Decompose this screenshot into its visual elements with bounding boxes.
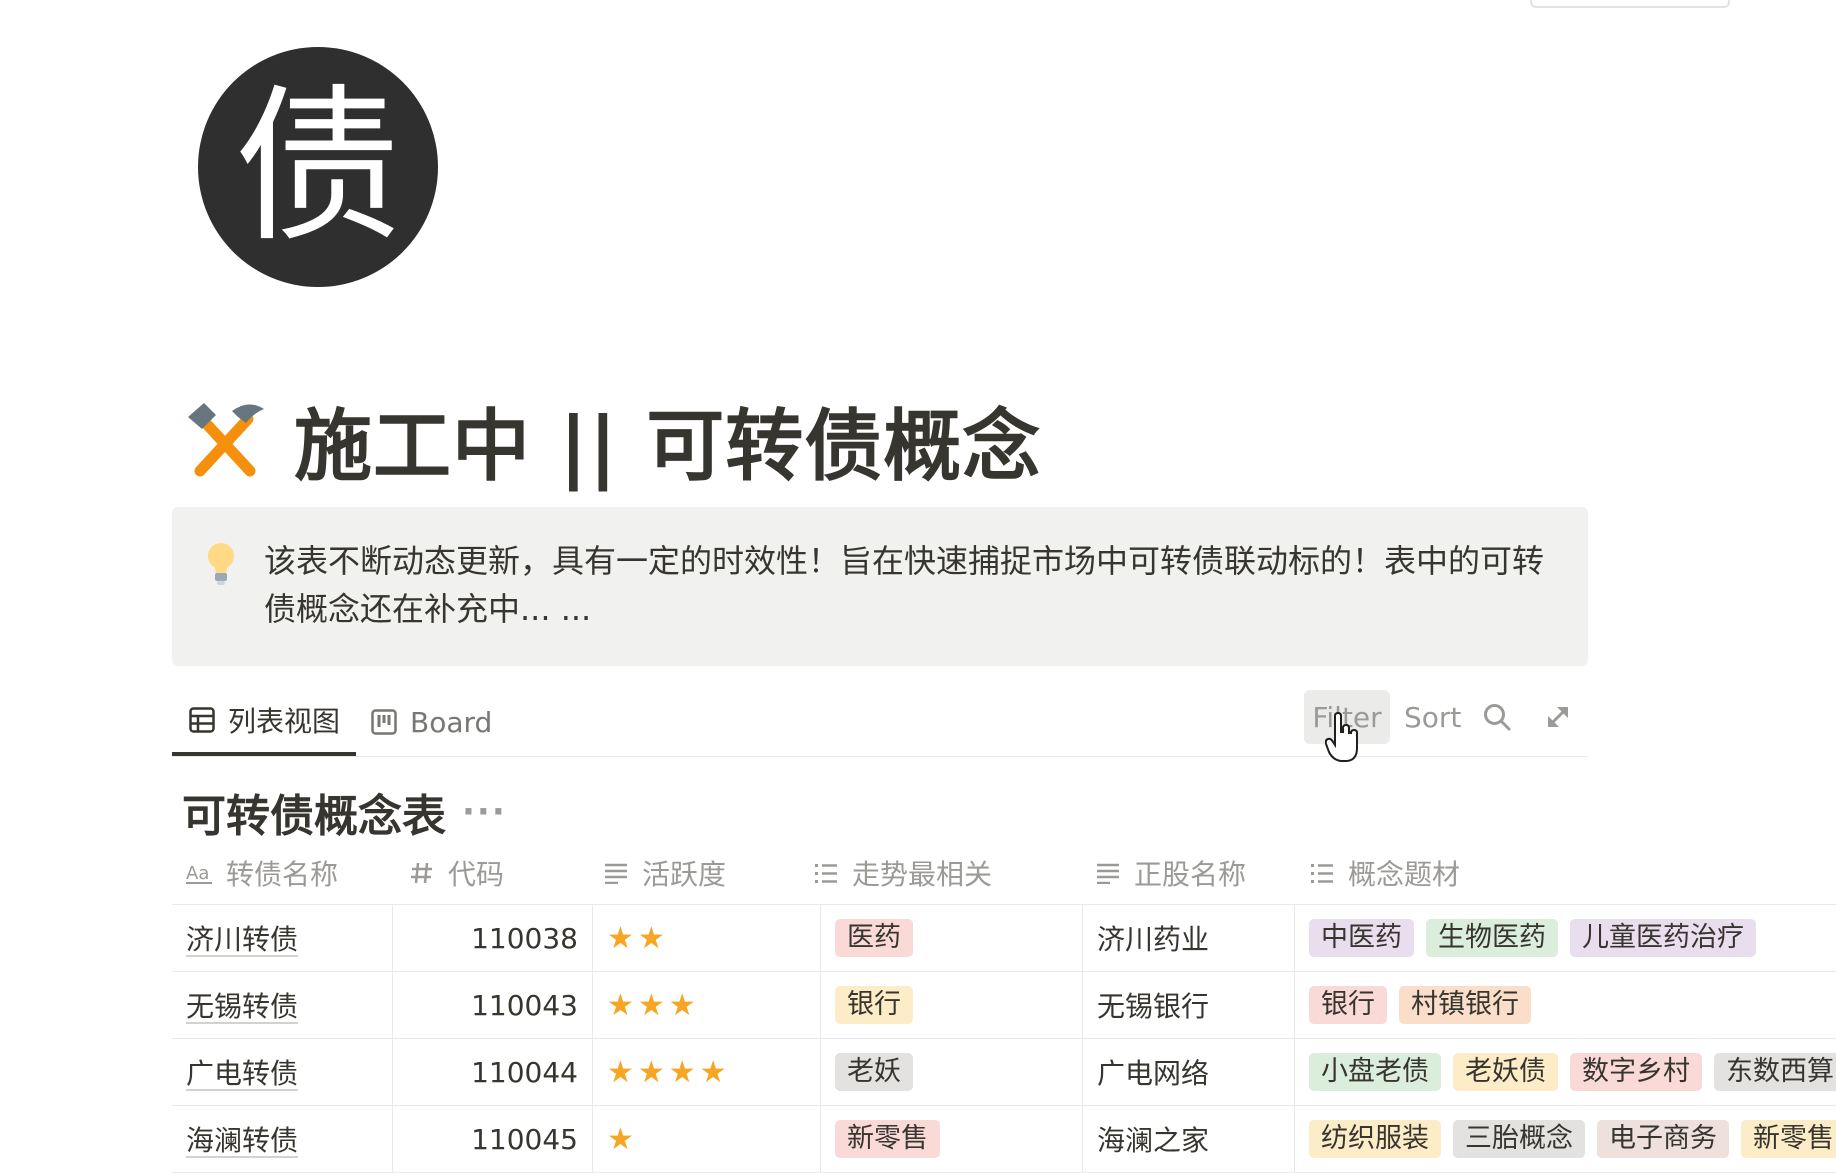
- concept-tag: 东数西算: [1714, 1053, 1836, 1091]
- column-header-concepts[interactable]: 概念题材: [1310, 842, 1460, 904]
- concept-tag: 新零售: [1741, 1120, 1836, 1158]
- text-lines-icon: [1097, 863, 1119, 884]
- expand-arrow-icon: [1547, 706, 1569, 728]
- star-rating: ★: [607, 1121, 638, 1157]
- cell-activity: ★★★★: [592, 1039, 820, 1105]
- tab-board[interactable]: Board: [370, 688, 492, 756]
- database-table: Aa 转债名称 代码 活跃度 走势最相关 正股名称 概念题材 济川转债 1100…: [172, 842, 1836, 1173]
- cell-bond-name[interactable]: 海澜转债: [172, 1106, 392, 1172]
- table-icon: [189, 707, 215, 733]
- cell-stock-name: 海澜之家: [1082, 1106, 1294, 1172]
- list-icon: [1311, 864, 1333, 883]
- concept-tag: 村镇银行: [1399, 986, 1531, 1024]
- column-header-code[interactable]: 代码: [410, 842, 504, 904]
- related-tag: 新零售: [835, 1120, 940, 1158]
- list-icon: [815, 864, 837, 883]
- search-icon: [1484, 704, 1511, 731]
- cell-activity: ★: [592, 1106, 820, 1172]
- title-aa-icon: Aa: [186, 863, 212, 884]
- board-icon: [371, 709, 397, 735]
- column-label: 代码: [448, 858, 505, 891]
- cell-code: 110038: [392, 905, 592, 971]
- related-tag: 医药: [835, 919, 913, 957]
- cell-related[interactable]: 老妖: [820, 1039, 1082, 1105]
- concept-tag: 小盘老债: [1309, 1053, 1441, 1091]
- cell-related[interactable]: 新零售: [820, 1106, 1082, 1172]
- star-rating: ★★: [607, 920, 669, 956]
- column-header-name[interactable]: Aa 转债名称: [186, 842, 338, 904]
- concept-tag: 银行: [1309, 986, 1387, 1024]
- cell-related[interactable]: 医药: [820, 905, 1082, 971]
- bond-name[interactable]: 济川转债: [186, 918, 298, 958]
- concept-tag: 生物医药: [1426, 919, 1558, 957]
- hammer-and-pick-icon: [188, 403, 264, 477]
- concept-tag: 三胎概念: [1453, 1120, 1585, 1158]
- tab-label: 列表视图: [227, 705, 340, 738]
- page-title: 施工中 || 可转债概念: [294, 402, 1042, 492]
- column-header-stock[interactable]: 正股名称: [1096, 842, 1246, 904]
- cell-related[interactable]: 银行: [820, 972, 1082, 1038]
- column-label: 活跃度: [642, 858, 727, 891]
- bond-name[interactable]: 广电转债: [186, 1052, 298, 1092]
- cell-stock-name: 无锡银行: [1082, 972, 1294, 1038]
- cell-code: 110045: [392, 1106, 592, 1172]
- hand-pointer-cursor: [1325, 712, 1358, 762]
- cell-activity: ★★: [592, 905, 820, 971]
- concept-tag: 电子商务: [1597, 1120, 1729, 1158]
- table-header: Aa 转债名称 代码 活跃度 走势最相关 正股名称 概念题材: [172, 842, 1836, 905]
- cell-activity: ★★★: [592, 972, 820, 1038]
- callout-text: 该表不断动态更新，具有一定的时效性！旨在快速捕捉市场中可转债联动标的！表中的可转…: [264, 542, 1545, 628]
- bond-name[interactable]: 无锡转债: [186, 985, 298, 1025]
- search-button[interactable]: [1482, 690, 1512, 744]
- text-lines-icon: [605, 863, 627, 884]
- column-label: 正股名称: [1134, 858, 1247, 891]
- page-title-row: 施工中 || 可转债概念: [182, 390, 1041, 492]
- page-icon[interactable]: 债: [198, 47, 438, 287]
- column-header-activity[interactable]: 活跃度: [604, 842, 726, 904]
- database-title-row: 可转债概念表 ···: [182, 780, 507, 844]
- cell-code: 110043: [392, 972, 592, 1038]
- concept-tag: 老妖债: [1453, 1053, 1558, 1091]
- concept-tag: 数字乡村: [1570, 1053, 1702, 1091]
- table-row[interactable]: 海澜转债 110045 ★ 新零售 海澜之家 纺织服装 三胎概念 电子商务 新零售: [172, 1106, 1836, 1173]
- tab-table-view[interactable]: 列表视图: [172, 688, 356, 756]
- light-bulb-icon: [208, 543, 234, 585]
- cell-bond-name[interactable]: 济川转债: [172, 905, 392, 971]
- cell-stock-name: 济川药业: [1082, 905, 1294, 971]
- svg-text:Aa: Aa: [186, 863, 209, 884]
- related-tag: 银行: [835, 986, 913, 1024]
- cell-concepts[interactable]: 中医药 生物医药 儿童医药治疗: [1294, 905, 1836, 971]
- star-rating: ★★★: [607, 987, 700, 1023]
- open-fullpage-button[interactable]: [1544, 690, 1572, 744]
- cell-concepts[interactable]: 小盘老债 老妖债 数字乡村 东数西算: [1294, 1039, 1836, 1105]
- star-rating: ★★★★: [607, 1054, 731, 1090]
- tab-label: Board: [410, 705, 493, 739]
- number-hash-icon: [411, 862, 432, 884]
- table-row[interactable]: 济川转债 110038 ★★ 医药 济川药业 中医药 生物医药 儿童医药治疗: [172, 905, 1836, 972]
- database-title[interactable]: 可转债概念表: [182, 780, 446, 844]
- top-right-button-edge[interactable]: [1530, 0, 1730, 8]
- column-label: 转债名称: [226, 858, 339, 891]
- column-header-related[interactable]: 走势最相关: [814, 842, 992, 904]
- more-options-icon[interactable]: ···: [462, 792, 507, 832]
- concept-tag: 儿童医药治疗: [1570, 919, 1756, 957]
- cell-bond-name[interactable]: 无锡转债: [172, 972, 392, 1038]
- cell-concepts[interactable]: 银行 村镇银行: [1294, 972, 1836, 1038]
- concept-tag: 纺织服装: [1309, 1120, 1441, 1158]
- column-label: 概念题材: [1348, 858, 1461, 891]
- cell-bond-name[interactable]: 广电转债: [172, 1039, 392, 1105]
- related-tag: 老妖: [835, 1053, 913, 1091]
- bond-name[interactable]: 海澜转债: [186, 1119, 298, 1159]
- table-row[interactable]: 无锡转债 110043 ★★★ 银行 无锡银行 银行 村镇银行: [172, 972, 1836, 1039]
- concept-tag: 中医药: [1309, 919, 1414, 957]
- table-row[interactable]: 广电转债 110044 ★★★★ 老妖 广电网络 小盘老债 老妖债 数字乡村 东数西算: [172, 1039, 1836, 1106]
- cell-stock-name: 广电网络: [1082, 1039, 1294, 1105]
- sort-button[interactable]: Sort: [1404, 690, 1461, 744]
- cell-concepts[interactable]: 纺织服装 三胎概念 电子商务 新零售: [1294, 1106, 1836, 1172]
- cell-code: 110044: [392, 1039, 592, 1105]
- column-label: 走势最相关: [852, 858, 993, 891]
- callout-block: 该表不断动态更新，具有一定的时效性！旨在快速捕捉市场中可转债联动标的！表中的可转…: [172, 507, 1588, 666]
